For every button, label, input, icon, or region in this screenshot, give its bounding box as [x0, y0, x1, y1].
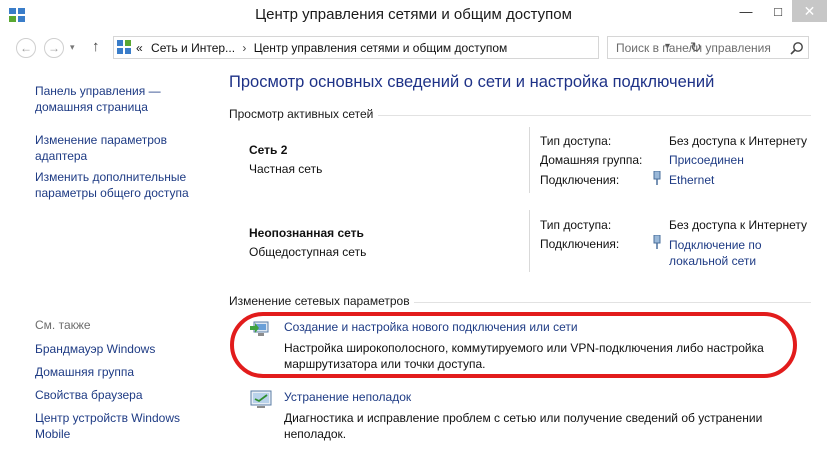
breadcrumb: « Сеть и Интер... › Центр управления сет… [136, 41, 507, 55]
connections-label: Подключения: [540, 173, 620, 187]
section-divider [414, 302, 811, 303]
network-divider [529, 210, 530, 272]
breadcrumb-overflow-icon[interactable]: « [136, 41, 143, 55]
sidebar-link-adapter-settings[interactable]: Изменение параметров адаптера [35, 132, 210, 164]
maximize-button[interactable]: □ [761, 0, 795, 22]
breadcrumb-separator-icon[interactable]: › [238, 41, 250, 55]
network-divider [529, 127, 530, 193]
section-divider [378, 115, 811, 116]
homegroup-label: Домашняя группа: [540, 153, 643, 167]
search-input[interactable]: Поиск в панели управления [616, 41, 771, 55]
troubleshoot-link[interactable]: Устранение неполадок [284, 390, 411, 404]
troubleshoot-description: Диагностика и исправление проблем с сеть… [284, 411, 763, 441]
title-bar: Центр управления сетями и общим доступом… [0, 0, 827, 31]
active-networks-label: Просмотр активных сетей [229, 107, 374, 121]
navigation-bar: ← → ▾ ↑ « Сеть и Интер... › Центр управл… [0, 31, 827, 65]
ethernet-icon [653, 235, 661, 249]
search-box[interactable]: Поиск в панели управления [607, 36, 809, 59]
access-type-label: Тип доступа: [540, 218, 612, 232]
see-also-label: См. также [35, 318, 91, 332]
sidebar-link-control-panel-home[interactable]: Панель управления — домашняя страница [35, 83, 210, 115]
recent-locations-icon[interactable]: ▾ [70, 42, 75, 53]
close-button[interactable]: ✕ [792, 0, 827, 22]
forward-button[interactable]: → [44, 38, 64, 58]
ethernet-connection-link[interactable]: Ethernet [669, 172, 714, 188]
local-area-connection-link[interactable]: Подключение по локальной сети [669, 237, 789, 269]
network-type: Общедоступная сеть [249, 245, 367, 259]
access-type-label: Тип доступа: [540, 134, 612, 148]
address-bar[interactable]: « Сеть и Интер... › Центр управления сет… [113, 36, 702, 59]
change-settings-label: Изменение сетевых параметров [229, 294, 410, 308]
access-type-value: Без доступа к Интернету [669, 218, 808, 232]
minimize-button[interactable]: — [729, 0, 763, 22]
network-type: Частная сеть [249, 162, 323, 176]
ethernet-icon [653, 171, 661, 185]
sidebar-link-firewall[interactable]: Брандмауэр Windows [35, 341, 155, 357]
sidebar-link-homegroup[interactable]: Домашняя группа [35, 364, 134, 380]
setup-new-connection-link[interactable]: Создание и настройка нового подключения … [284, 320, 578, 334]
control-panel-icon [117, 40, 131, 54]
access-type-value: Без доступа к Интернету [669, 134, 808, 148]
sidebar-link-sharing-settings[interactable]: Изменить дополнительные параметры общего… [35, 169, 210, 201]
network-name: Сеть 2 [249, 143, 288, 157]
troubleshoot-icon [250, 390, 272, 408]
search-icon[interactable] [790, 41, 804, 55]
breadcrumb-item-current[interactable]: Центр управления сетями и общим доступом [254, 41, 508, 55]
homegroup-joined-link[interactable]: Присоединен [669, 152, 744, 168]
setup-new-connection-description: Настройка широкополосного, коммутируемог… [284, 341, 764, 371]
network-name: Неопознанная сеть [249, 226, 364, 240]
breadcrumb-item-network[interactable]: Сеть и Интер... [151, 41, 235, 55]
sidebar-link-browser-properties[interactable]: Свойства браузера [35, 387, 143, 403]
back-button[interactable]: ← [16, 38, 36, 58]
new-connection-icon [250, 321, 269, 336]
window-title: Центр управления сетями и общим доступом [255, 6, 572, 23]
sidebar-link-windows-mobile[interactable]: Центр устройств Windows Mobile [35, 410, 195, 442]
page-title: Просмотр основных сведений о сети и наст… [229, 73, 715, 91]
connections-label: Подключения: [540, 237, 620, 251]
up-button[interactable]: ↑ [92, 38, 100, 55]
